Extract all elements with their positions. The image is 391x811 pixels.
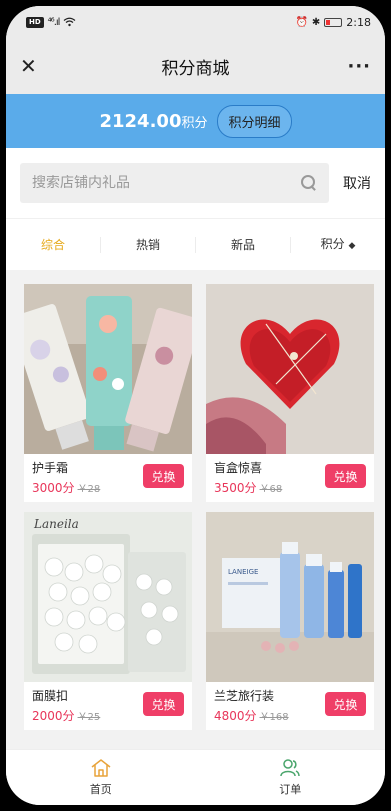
tab-hot-sales[interactable]: 热销 [101,236,196,253]
points-banner: 2124.00积分 积分明细 [6,94,385,148]
product-card[interactable]: 盲盒惊喜 3500分 ￥68 兑换 [206,284,374,502]
more-icon[interactable]: ··· [347,56,371,77]
battery-icon [324,17,343,27]
svg-text:LANEIGE: LANEIGE [228,568,258,576]
search-box[interactable] [20,163,329,203]
wifi-icon [64,17,76,27]
status-right: ⏰ ✱ 2:18 [295,16,371,29]
bottom-nav-label: 首页 [89,783,112,796]
status-time: 2:18 [346,15,371,29]
signal-icon: ⁴⁶.ıl [47,16,61,28]
hd-icon: HD [26,16,44,28]
original-price: ￥25 [77,712,101,723]
phone-screen: HD ⁴⁶.ıl ⏰ ✱ 2:18 ✕ 积分商城 ··· 2124.00积分 积… [6,6,385,805]
cancel-button[interactable]: 取消 [343,173,371,193]
points-price: 3000分 [32,481,75,495]
product-card[interactable]: Laneila 面膜扣 2000分 ￥25 兑换 [24,512,192,730]
tab-points[interactable]: 积分 ◆ [291,236,385,254]
search-icon[interactable] [301,175,317,191]
sort-icon: ◆ [348,240,356,251]
tab-comprehensive[interactable]: 综合 [6,236,101,253]
product-card[interactable]: 护手霜 3000分 ￥28 兑换 [24,284,192,502]
product-grid: 护手霜 3000分 ￥28 兑换 盲盒惊喜 3500分 ￥68 兑换 Lanei… [6,270,385,730]
nav-bar: ✕ 积分商城 ··· [6,38,385,94]
original-price: ￥168 [259,712,289,723]
product-image [24,284,192,454]
redeem-button[interactable]: 兑换 [143,692,184,716]
face-mask-image: Laneila [24,512,192,682]
product-info: 护手霜 3000分 ￥28 兑换 [24,454,192,502]
redeem-button[interactable]: 兑换 [325,692,366,716]
points-value: 2124.00 [99,110,182,132]
laneige-kit-image: LANEIGE [206,512,374,682]
product-image: LANEIGE [206,512,374,682]
status-bar: HD ⁴⁶.ıl ⏰ ✱ 2:18 [6,6,385,38]
points-detail-button[interactable]: 积分明细 [217,104,292,138]
svg-text:Laneila: Laneila [33,517,79,531]
close-icon[interactable]: ✕ [20,56,37,76]
redeem-button[interactable]: 兑换 [325,464,366,488]
tab-label: 新品 [230,237,255,252]
user-icon [280,759,300,777]
page-title: 积分商城 [161,58,230,79]
product-info: 盲盒惊喜 3500分 ￥68 兑换 [206,454,374,502]
points-price: 3500分 [214,481,257,495]
tab-label: 热销 [135,237,160,252]
gift-box-image [206,284,374,454]
bottom-nav: 首页 订单 [6,749,385,805]
search-row: 取消 [6,148,385,218]
product-image [206,284,374,454]
product-info: 面膜扣 2000分 ￥25 兑换 [24,682,192,730]
redeem-button[interactable]: 兑换 [143,464,184,488]
sort-tabs: 综合 热销 新品 积分 ◆ [6,218,385,270]
tab-label: 积分 [320,236,345,251]
product-info: 兰芝旅行装 4800分 ￥168 兑换 [206,682,374,730]
bottom-nav-home[interactable]: 首页 [6,750,196,805]
status-left: HD ⁴⁶.ıl [26,16,76,28]
original-price: ￥68 [259,484,283,495]
product-image: Laneila [24,512,192,682]
points-price: 4800分 [214,709,257,723]
bottom-nav-label: 订单 [279,783,302,796]
tab-label: 综合 [40,237,65,252]
alarm-icon: ⏰ [295,16,308,28]
product-card[interactable]: LANEIGE 兰芝旅行装 4800分 ￥168 兑换 [206,512,374,730]
hand-cream-image [24,284,192,454]
home-icon [91,759,111,777]
tab-new[interactable]: 新品 [196,236,291,253]
points-price: 2000分 [32,709,75,723]
bluetooth-icon: ✱ [311,16,321,28]
search-input[interactable] [32,175,262,191]
points-balance: 2124.00积分 [99,111,207,132]
original-price: ￥28 [77,484,101,495]
bottom-nav-orders[interactable]: 订单 [196,750,386,805]
points-unit: 积分 [181,115,208,131]
